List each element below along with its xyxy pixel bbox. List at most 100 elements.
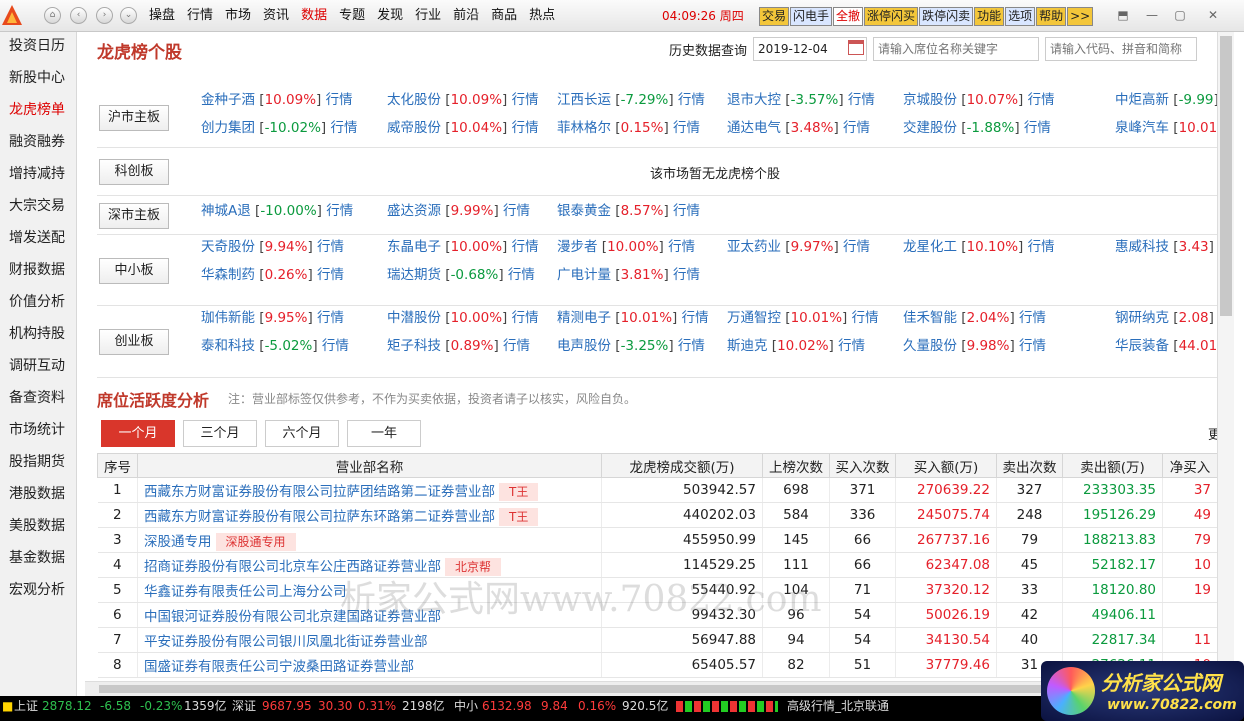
quote-link[interactable]: 行情	[512, 120, 539, 136]
table-row[interactable]: 5 华鑫证券有限责任公司上海分公司 55440.92 104 71 37320.12 33 1…	[97, 577, 1217, 603]
market-button[interactable]: 创业板	[99, 329, 169, 355]
quote-link[interactable]: 行情	[330, 120, 357, 136]
toolbar-button[interactable]: 闪电手	[790, 7, 833, 26]
sidebar-item[interactable]: 大宗交易	[0, 192, 76, 224]
back-icon[interactable]: ‹	[70, 7, 87, 24]
toolbar-button[interactable]: 全撤	[833, 7, 864, 26]
stock-name[interactable]: 佳禾智能	[903, 310, 957, 326]
stock-name[interactable]: 泉峰汽车	[1115, 120, 1169, 136]
menu-item[interactable]: 商品	[485, 0, 523, 32]
menu-item[interactable]: 前沿	[447, 0, 485, 32]
sidebar-item[interactable]: 基金数据	[0, 544, 76, 576]
branch-name[interactable]: 华鑫证券有限责任公司上海分公司	[137, 577, 602, 603]
stock-name[interactable]: 交建股份	[903, 120, 957, 136]
quote-link[interactable]: 行情	[1024, 120, 1051, 136]
sidebar-item[interactable]: 股指期货	[0, 448, 76, 480]
stock-name[interactable]: 漫步者	[557, 239, 598, 255]
toolbar-button[interactable]: 帮助	[1036, 7, 1067, 26]
menu-item[interactable]: 资讯	[257, 0, 295, 32]
stock-name[interactable]: 金种子酒	[201, 92, 255, 108]
sidebar-item[interactable]: 港股数据	[0, 480, 76, 512]
quote-link[interactable]: 行情	[326, 203, 353, 219]
branch-name-text[interactable]: 华鑫证券有限责任公司上海分公司	[144, 584, 347, 600]
stock-name[interactable]: 钢研纳克	[1115, 310, 1169, 326]
stock-name[interactable]: 通达电气	[727, 120, 781, 136]
branch-name-text[interactable]: 平安证券股份有限公司银川凤凰北街证券营业部	[144, 634, 428, 650]
toolbar-button[interactable]: 跌停闪卖	[919, 7, 974, 26]
menu-item[interactable]: 热点	[523, 0, 561, 32]
period-tab[interactable]: 一个月	[101, 420, 175, 447]
quote-link[interactable]: 行情	[503, 338, 530, 354]
branch-name-text[interactable]: 中国银河证券股份有限公司北京建国路证券营业部	[144, 609, 441, 625]
sh-index-name[interactable]: 上证	[14, 696, 38, 717]
quote-link[interactable]: 行情	[668, 239, 695, 255]
stock-name[interactable]: 万通智控	[727, 310, 781, 326]
minimize-button[interactable]: —	[1142, 6, 1162, 25]
quote-link[interactable]: 行情	[1019, 338, 1046, 354]
column-header[interactable]: 序号	[97, 453, 138, 478]
app-logo-icon[interactable]	[0, 3, 24, 29]
branch-name[interactable]: 招商证券股份有限公司北京车公庄西路证券营业部 北京帮	[137, 552, 602, 578]
sidebar-item[interactable]: 财报数据	[0, 256, 76, 288]
branch-name[interactable]: 国盛证券有限责任公司宁波桑田路证券营业部	[137, 652, 602, 678]
menu-item[interactable]: 行情	[181, 0, 219, 32]
dropdown-icon[interactable]: ⌄	[120, 7, 137, 24]
market-button[interactable]: 沪市主板	[99, 105, 169, 131]
table-row[interactable]: 3 深股通专用 深股通专用 455950.99 145 66 267737.16 79 1882…	[97, 527, 1217, 553]
stock-name[interactable]: 久量股份	[903, 338, 957, 354]
branch-name-text[interactable]: 深股通专用	[144, 534, 212, 550]
stock-name[interactable]: 退市大控	[727, 92, 781, 108]
market-button[interactable]: 深市主板	[99, 202, 169, 229]
column-header[interactable]: 营业部名称	[137, 453, 602, 478]
sidebar-item[interactable]: 投资日历	[0, 32, 76, 64]
stock-name[interactable]: 矩子科技	[387, 338, 441, 354]
period-tab[interactable]: 三个月	[183, 420, 257, 447]
stock-name[interactable]: 华森制药	[201, 267, 255, 283]
sidebar-item[interactable]: 机构持股	[0, 320, 76, 352]
branch-name[interactable]: 西藏东方财富证券股份有限公司拉萨东环路第二证券营业部 T王	[137, 502, 602, 528]
stock-name[interactable]: 惠威科技	[1115, 239, 1169, 255]
period-tab[interactable]: 一年	[347, 420, 421, 447]
quote-link[interactable]: 行情	[1019, 310, 1046, 326]
table-row[interactable]: 6 中国银河证券股份有限公司北京建国路证券营业部 99432.30 96 54 50026…	[97, 602, 1217, 628]
toolbar-button[interactable]: 选项	[1005, 7, 1036, 26]
branch-name-text[interactable]: 招商证券股份有限公司北京车公庄西路证券营业部	[144, 559, 441, 575]
feed-status[interactable]: 高级行情_北京联通	[787, 696, 889, 717]
sidebar-item[interactable]: 新股中心	[0, 64, 76, 96]
menu-item[interactable]: 数据	[295, 0, 333, 32]
toolbar-button[interactable]: 交易	[759, 7, 790, 26]
quote-link[interactable]: 行情	[317, 310, 344, 326]
vertical-scrollbar[interactable]	[1217, 32, 1234, 696]
stock-name[interactable]: 江西长运	[557, 92, 611, 108]
branch-name-text[interactable]: 国盛证券有限责任公司宁波桑田路证券营业部	[144, 659, 414, 675]
close-button[interactable]: ✕	[1203, 6, 1223, 25]
more-link[interactable]: 更	[1208, 424, 1217, 443]
toolbar-button[interactable]: 功能	[974, 7, 1005, 26]
quote-link[interactable]: 行情	[673, 203, 700, 219]
quote-link[interactable]: 行情	[673, 267, 700, 283]
sidebar-item[interactable]: 备查资料	[0, 384, 76, 416]
stock-name[interactable]: 亚太药业	[727, 239, 781, 255]
sidebar-item[interactable]: 调研互动	[0, 352, 76, 384]
menu-item[interactable]: 操盘	[143, 0, 181, 32]
sidebar-item[interactable]: 价值分析	[0, 288, 76, 320]
stock-name[interactable]: 神城A退	[201, 203, 251, 219]
stock-name[interactable]: 龙星化工	[903, 239, 957, 255]
sidebar-item[interactable]: 市场统计	[0, 416, 76, 448]
stock-name[interactable]: 斯迪克	[727, 338, 768, 354]
quote-link[interactable]: 行情	[317, 267, 344, 283]
calendar-icon[interactable]	[848, 40, 864, 55]
sidebar-item[interactable]: 融资融券	[0, 128, 76, 160]
seat-search-input[interactable]	[873, 37, 1039, 61]
sidebar-item[interactable]: 增持减持	[0, 160, 76, 192]
stock-name[interactable]: 京城股份	[903, 92, 957, 108]
table-row[interactable]: 4 招商证券股份有限公司北京车公庄西路证券营业部 北京帮 114529.25 111 66…	[97, 552, 1217, 578]
branch-name[interactable]: 平安证券股份有限公司银川凤凰北街证券营业部	[137, 627, 602, 653]
menu-item[interactable]: 发现	[371, 0, 409, 32]
stock-name[interactable]: 精测电子	[557, 310, 611, 326]
stock-name[interactable]: 电声股份	[557, 338, 611, 354]
stock-name[interactable]: 盛达资源	[387, 203, 441, 219]
scroll-thumb[interactable]	[1220, 36, 1232, 316]
quote-link[interactable]: 行情	[843, 120, 870, 136]
quote-link[interactable]: 行情	[1028, 92, 1055, 108]
